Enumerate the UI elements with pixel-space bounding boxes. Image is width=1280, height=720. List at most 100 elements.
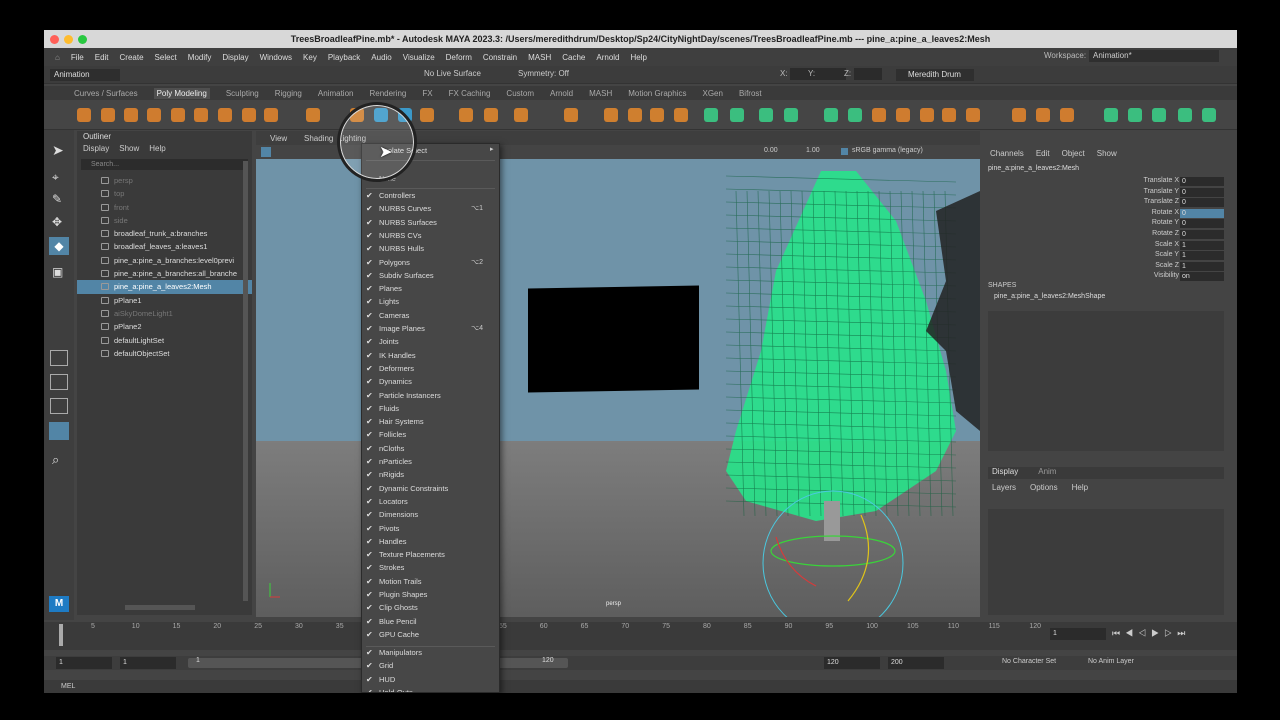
show-menu-item[interactable]: Texture Placements [379,550,445,559]
menu-visualize[interactable]: Visualize [403,53,435,62]
shelf-tool-icon[interactable] [942,108,956,122]
outliner-menu-display[interactable]: Display [83,144,109,153]
shelf-tool-icon[interactable] [824,108,838,122]
shelf-tool-icon[interactable] [264,108,278,122]
show-menu-item[interactable]: Plugin Shapes [379,590,427,599]
symmetry-select[interactable]: Symmetry: Off [518,69,569,78]
attr-value-field[interactable]: 0 [1180,198,1224,208]
show-menu-item[interactable]: Hair Systems [379,417,424,426]
shelf-tool-icon[interactable] [650,108,664,122]
time-slider[interactable]: 5101520253035404550556065707580859095100… [44,622,1237,650]
show-menu-item[interactable]: Controllers [379,191,415,200]
close-window-button[interactable] [50,35,59,44]
search-icon[interactable]: ⌕ [52,452,59,468]
show-menu-item[interactable]: Dimensions [379,510,418,519]
shelf-tool-icon[interactable] [171,108,185,122]
shelf-tool-icon[interactable] [420,108,434,122]
layer-tab-display[interactable]: Display [992,467,1018,476]
show-menu-item[interactable]: Locators [379,497,408,506]
show-menu-item[interactable]: Lights [379,297,399,306]
single-pane-layout-icon[interactable] [50,350,68,366]
shelf-tab-arnold[interactable]: Arnold [550,89,573,98]
attr-value-field[interactable]: 0 [1180,177,1224,186]
shelf-tab-fx-caching[interactable]: FX Caching [449,89,491,98]
shelf-tool-icon[interactable] [194,108,208,122]
show-menu-item[interactable]: IK Handles [379,351,416,360]
lasso-tool-icon[interactable]: ⌖ [52,170,59,185]
character-set-select[interactable]: No Character Set [1002,658,1056,665]
rotate-z-axis[interactable] [775,536,817,587]
show-menu-item[interactable]: Dynamic Constraints [379,484,448,493]
shelf-tool-icon[interactable] [896,108,910,122]
outliner-search-input[interactable]: Search... [81,159,248,170]
show-menu-item[interactable]: NURBS CVs [379,231,422,240]
show-menu-item[interactable]: Image Planes [379,324,425,333]
show-menu-item[interactable]: Hold-Outs [379,688,413,692]
shelf-tool-icon[interactable] [674,108,688,122]
shelf-tool-icon[interactable] [1128,108,1142,122]
shelf-tab-rendering[interactable]: Rendering [369,89,406,98]
rotate-tool-icon[interactable]: ◆ [49,237,69,255]
shelf-tool-icon[interactable] [306,108,320,122]
channel-box-menu-show[interactable]: Show [1097,149,1117,158]
shelf-tool-icon[interactable] [101,108,115,122]
show-menu-item[interactable]: Cameras [379,311,409,320]
shelf-tool-icon[interactable] [1104,108,1118,122]
shelf-tool-icon[interactable] [1178,108,1192,122]
layer-tab-anim[interactable]: Anim [1038,467,1056,476]
select-tool-icon[interactable]: ➤ [52,142,64,159]
menu-display[interactable]: Display [222,53,248,62]
outliner-menu-help[interactable]: Help [149,144,165,153]
show-menu-item[interactable]: Particle Instancers [379,391,441,400]
start-frame-field[interactable]: 1 [56,657,112,669]
menu-create[interactable]: Create [120,53,144,62]
show-menu-item[interactable]: nRigids [379,470,404,479]
menu-file[interactable]: File [71,53,84,62]
show-menu-item[interactable]: HUD [379,675,395,684]
shelf-tool-icon[interactable] [218,108,232,122]
shelf-tool-icon[interactable] [1060,108,1074,122]
show-menu-item[interactable]: Joints [379,337,399,346]
shelf-tool-icon[interactable] [1036,108,1050,122]
user-account-button[interactable]: Meredith Drum [896,69,974,81]
menu-playback[interactable]: Playback [328,53,360,62]
shelf-tool-icon[interactable] [920,108,934,122]
shelf-tool-icon[interactable] [704,108,718,122]
show-menu-item[interactable]: Planes [379,284,402,293]
menu-mash[interactable]: MASH [528,53,551,62]
show-menu-item[interactable]: Follicles [379,430,406,439]
shelf-tab-xgen[interactable]: XGen [702,89,722,98]
playback-controls[interactable]: ⏮◀◁▶▷⏭ [1112,628,1190,639]
current-frame-field[interactable]: 1 [1050,628,1106,640]
outliner-item[interactable]: aiSkyDomeLight1 [77,307,252,320]
channel-box-menu-object[interactable]: Object [1062,149,1085,158]
shelf-tab-fx[interactable]: FX [422,89,432,98]
shelf-tool-icon[interactable] [784,108,798,122]
outliner-item[interactable]: pPlane1 [77,294,252,307]
outliner-item[interactable]: broadleaf_trunk_a:branches [77,227,252,240]
shelf-tool-icon[interactable] [1152,108,1166,122]
minimize-window-button[interactable] [64,35,73,44]
show-menu-item[interactable]: Handles [379,537,407,546]
menu-select[interactable]: Select [155,53,177,62]
shelf-tool-icon[interactable] [124,108,138,122]
menu-windows[interactable]: Windows [260,53,292,62]
show-menu-item[interactable]: NURBS Hulls [379,244,424,253]
shelf-tool-icon[interactable] [966,108,980,122]
command-line[interactable]: MEL [44,680,1237,693]
scale-tool-icon[interactable]: ▣ [52,265,63,279]
shelf-tool-icon[interactable] [564,108,578,122]
shelf-tool-icon[interactable] [848,108,862,122]
shelf-tool-icon[interactable] [628,108,642,122]
attr-value-field[interactable]: on [1180,272,1224,282]
outliner-hscrollbar[interactable] [125,605,195,610]
show-menu-item[interactable]: nParticles [379,457,412,466]
shelf-tab-custom[interactable]: Custom [506,89,534,98]
layer-menu-options[interactable]: Options [1030,483,1058,492]
shelf-tab-sculpting[interactable]: Sculpting [226,89,259,98]
pine-tree-mesh[interactable] [725,171,957,521]
channel-box-menu-edit[interactable]: Edit [1036,149,1050,158]
attr-value-field[interactable]: 0 [1180,187,1224,197]
menu-edit[interactable]: Edit [95,53,109,62]
shelf-tab-curves-surfaces[interactable]: Curves / Surfaces [74,89,138,98]
